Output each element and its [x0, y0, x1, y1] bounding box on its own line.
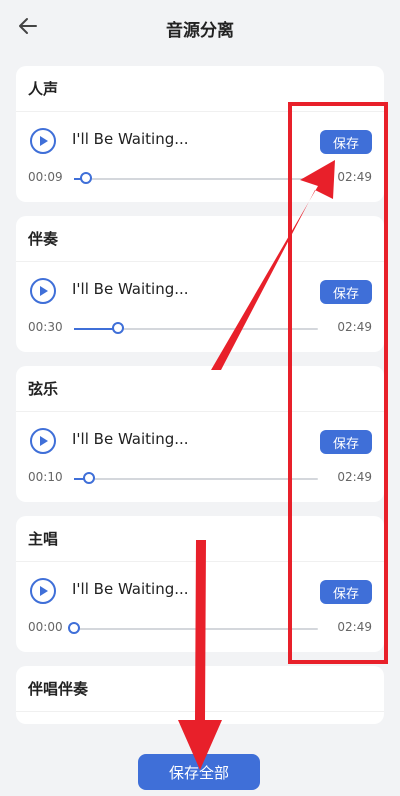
play-icon — [40, 436, 48, 446]
track-player — [16, 712, 384, 724]
track-card: 人声 I'll Be Waiting... 保存 00:09 02:49 — [16, 66, 384, 202]
play-icon — [40, 136, 48, 146]
track-name: I'll Be Waiting... — [72, 130, 189, 148]
total-time: 02:49 — [337, 170, 372, 184]
track-card: 伴唱伴奏 — [16, 666, 384, 724]
play-button[interactable] — [30, 128, 56, 154]
track-card-title: 弦乐 — [16, 366, 384, 412]
top-bar: 音源分离 — [0, 0, 400, 56]
save-button[interactable]: 保存 — [320, 130, 372, 154]
save-button[interactable]: 保存 — [320, 430, 372, 454]
current-time: 00:10 — [28, 470, 63, 484]
play-button[interactable] — [30, 278, 56, 304]
current-time: 00:30 — [28, 320, 63, 334]
progress-slider[interactable] — [74, 472, 318, 484]
progress-slider[interactable] — [74, 322, 318, 334]
total-time: 02:49 — [337, 320, 372, 334]
track-name: I'll Be Waiting... — [72, 580, 189, 598]
track-card: 主唱 I'll Be Waiting... 保存 00:00 02:49 — [16, 516, 384, 652]
track-card-title: 伴唱伴奏 — [16, 666, 384, 712]
track-player: I'll Be Waiting... 保存 00:10 02:49 — [16, 412, 384, 502]
back-button[interactable] — [14, 12, 42, 40]
track-player: I'll Be Waiting... 保存 00:00 02:49 — [16, 562, 384, 652]
progress-thumb[interactable] — [82, 472, 95, 484]
save-all-button[interactable]: 保存全部 — [138, 754, 260, 790]
save-button[interactable]: 保存 — [320, 580, 372, 604]
save-button[interactable]: 保存 — [320, 280, 372, 304]
track-card: 伴奏 I'll Be Waiting... 保存 00:30 02:49 — [16, 216, 384, 352]
progress-thumb[interactable] — [80, 172, 93, 184]
track-card: 弦乐 I'll Be Waiting... 保存 00:10 02:49 — [16, 366, 384, 502]
progress-thumb[interactable] — [68, 622, 80, 634]
progress-slider[interactable] — [68, 622, 318, 634]
track-card-title: 伴奏 — [16, 216, 384, 262]
play-icon — [40, 586, 48, 596]
play-button[interactable] — [30, 428, 56, 454]
play-button[interactable] — [30, 578, 56, 604]
total-time: 02:49 — [337, 620, 372, 634]
total-time: 02:49 — [337, 470, 372, 484]
track-card-title: 主唱 — [16, 516, 384, 562]
arrow-left-icon — [19, 18, 37, 34]
track-player: I'll Be Waiting... 保存 00:09 02:49 — [16, 112, 384, 202]
current-time: 00:00 — [28, 620, 63, 634]
progress-thumb[interactable] — [111, 322, 124, 334]
play-icon — [40, 286, 48, 296]
track-list: 人声 I'll Be Waiting... 保存 00:09 02:49 伴奏 … — [16, 66, 384, 738]
track-name: I'll Be Waiting... — [72, 430, 189, 448]
track-name: I'll Be Waiting... — [72, 280, 189, 298]
page-title: 音源分离 — [166, 20, 234, 41]
current-time: 00:09 — [28, 170, 63, 184]
track-card-title: 人声 — [16, 66, 384, 112]
progress-slider[interactable] — [74, 172, 318, 184]
track-player: I'll Be Waiting... 保存 00:30 02:49 — [16, 262, 384, 352]
